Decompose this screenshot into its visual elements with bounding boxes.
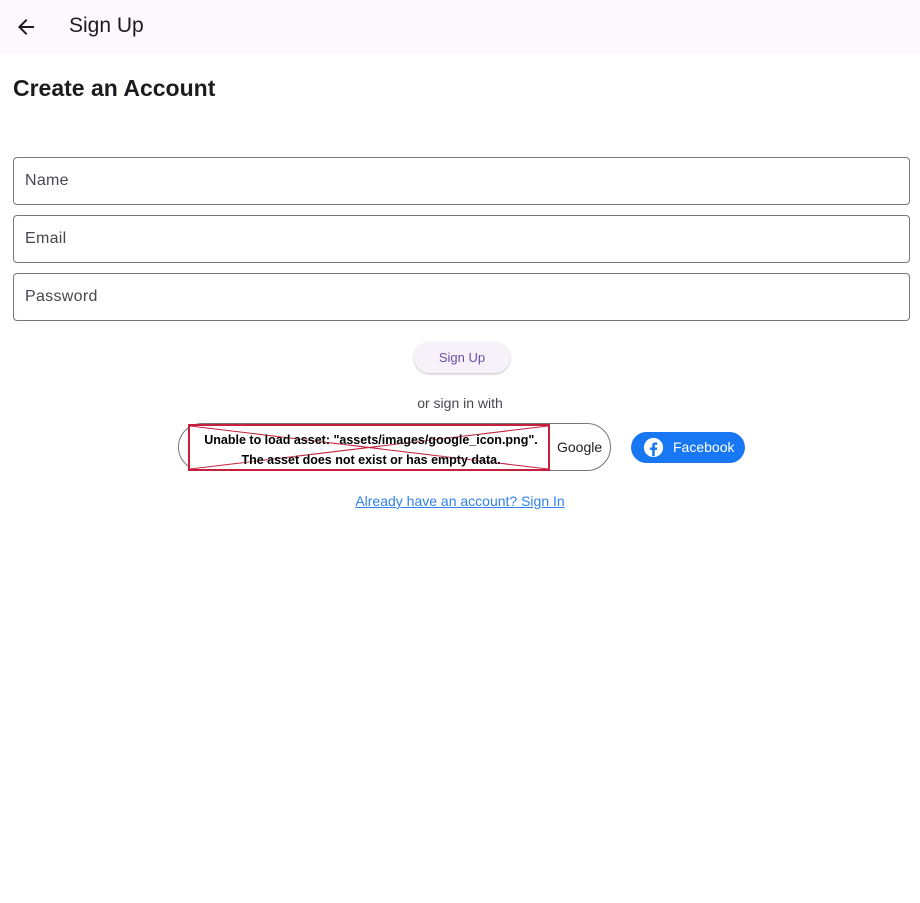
asset-error-message: Unable to load asset: "assets/images/goo… — [190, 430, 548, 469]
asset-error-line-2: The asset does not exist or has empty da… — [241, 453, 501, 467]
arrow-back-icon — [18, 19, 34, 35]
google-icon-load-error: Unable to load asset: "assets/images/goo… — [188, 424, 550, 471]
email-input[interactable] — [14, 216, 909, 262]
sign-in-link[interactable]: Already have an account? Sign In — [355, 493, 564, 509]
back-button[interactable] — [6, 7, 46, 47]
asset-error-line-1: Unable to load asset: "assets/images/goo… — [204, 433, 538, 447]
app-bar-title: Sign Up — [69, 14, 144, 37]
google-button-label: Google — [557, 439, 603, 455]
sign-up-button[interactable]: Sign Up — [414, 342, 510, 373]
password-input[interactable] — [14, 274, 909, 320]
name-input[interactable] — [14, 158, 909, 204]
facebook-icon — [643, 437, 664, 458]
facebook-button-label: Facebook — [673, 439, 735, 455]
sign-in-link-row: Already have an account? Sign In — [0, 493, 920, 510]
page-heading: Create an Account — [13, 75, 216, 101]
google-sign-in-button[interactable]: Unable to load asset: "assets/images/goo… — [178, 423, 611, 471]
social-divider-text: or sign in with — [417, 395, 503, 411]
facebook-sign-in-button[interactable]: Facebook — [631, 432, 745, 463]
name-field-container — [13, 157, 910, 205]
password-field-container — [13, 273, 910, 321]
email-field-container — [13, 215, 910, 263]
app-bar: Sign Up — [0, 0, 920, 54]
